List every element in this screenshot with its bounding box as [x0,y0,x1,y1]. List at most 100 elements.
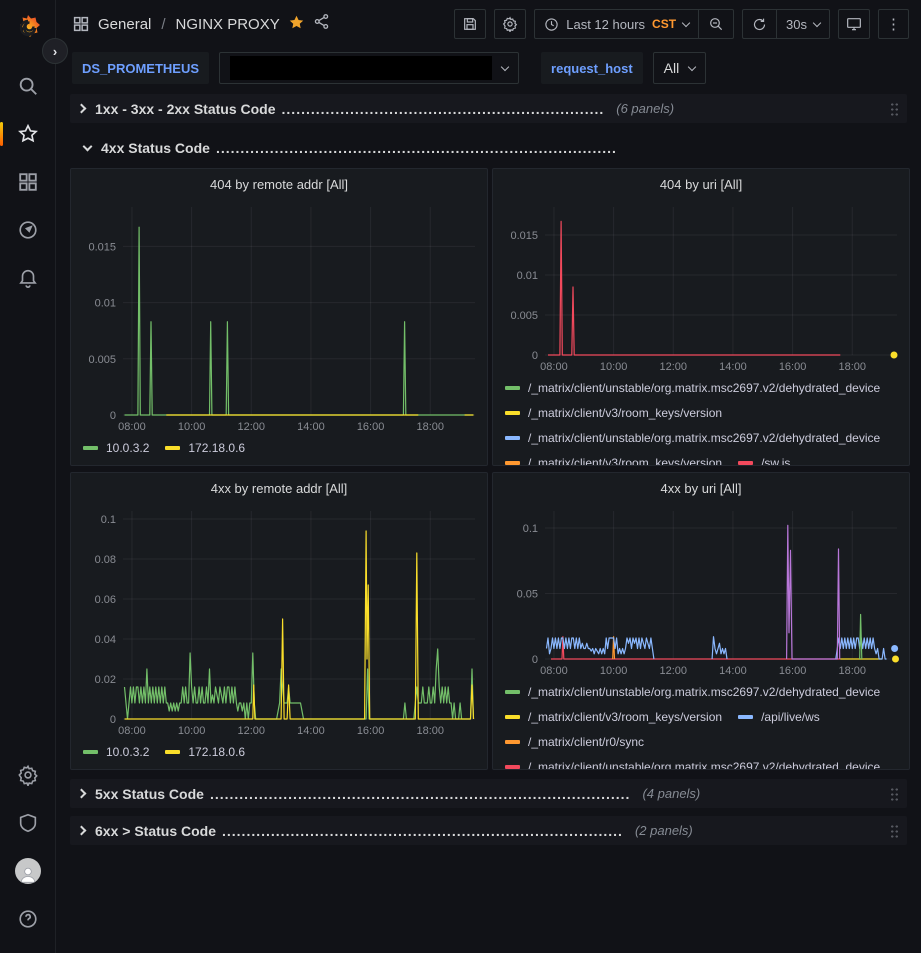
legend-swatch-icon [505,411,520,415]
request-host-variable-label[interactable]: request_host [541,52,643,84]
timeseries-chart[interactable]: 08:0010:0012:0014:0016:0018:0000.020.040… [79,503,481,739]
timeseries-chart[interactable]: 08:0010:0012:0014:0016:0018:0000.0050.01… [501,199,903,375]
dashboard-title[interactable]: NGINX PROXY [176,16,280,33]
x-axis-label: 14:00 [719,665,747,677]
legend-item[interactable]: /sw.js [738,450,790,466]
series-line [125,227,474,415]
datasource-variable-label[interactable]: DS_PROMETHEUS [72,52,209,84]
legend-item[interactable]: 10.0.3.2 [83,435,149,460]
save-floppy-icon [462,16,478,32]
favorite-star-icon[interactable] [288,14,305,35]
alerting-bell-icon[interactable] [8,254,48,302]
sidebar-expand-button[interactable]: › [42,38,68,64]
series-line [551,637,840,659]
legend-item[interactable]: /_matrix/client/unstable/org.matrix.msc2… [505,425,880,450]
legend-item[interactable]: /_matrix/client/unstable/org.matrix.msc2… [505,754,880,770]
legend-item[interactable]: /_matrix/client/r0/sync [505,729,644,754]
panel-title[interactable]: 4xx by uri [All] [501,477,901,501]
sidebar-bottom-group [8,751,48,943]
search-icon[interactable] [8,62,48,110]
row-1xx-3xx-2xx-status-code[interactable]: 1xx - 3xx - 2xx Status Code ............… [70,94,907,123]
x-axis-label: 14:00 [297,725,325,737]
save-dashboard-button[interactable] [454,9,486,39]
explore-compass-icon[interactable] [8,206,48,254]
main-area: General / NGINX PROXY [56,0,921,953]
x-axis-label: 18:00 [416,725,444,737]
legend-item[interactable]: /api/live/ws [738,704,820,729]
dashboard-settings-button[interactable] [494,9,526,39]
timezone-badge: CST [652,17,676,31]
row-drag-handle-icon[interactable] [890,824,899,838]
server-admin-shield-icon[interactable] [8,799,48,847]
tv-mode-button[interactable] [838,9,870,39]
legend-item[interactable]: /_matrix/client/v3/room_keys/version [505,400,722,425]
request-host-variable-dropdown[interactable]: All [653,52,707,84]
panel-legend: 10.0.3.2 172.18.0.6 [79,435,479,460]
panel-title[interactable]: 4xx by remote addr [All] [79,477,479,501]
legend-item[interactable]: 172.18.0.6 [165,435,245,460]
row-panel-count: (2 panels) [635,823,693,838]
legend-label: 10.0.3.2 [106,441,149,455]
time-range-picker[interactable]: Last 12 hours CST [535,10,698,38]
row-drag-handle-icon[interactable] [890,102,899,116]
legend-item[interactable]: /_matrix/client/v3/room_keys/version [505,450,722,466]
row-panel-count: (4 panels) [642,786,700,801]
refresh-button[interactable] [743,10,776,38]
row-4xx-status-code[interactable]: 4xx Status Code ........................… [70,133,907,162]
zoom-out-icon [708,16,724,32]
panel-404-by-remote-addr: 404 by remote addr [All] 08:0010:0012:00… [70,168,488,466]
chevron-right-icon [77,104,87,114]
refresh-group: 30s [742,9,830,39]
panel-legend: /_matrix/client/unstable/org.matrix.msc2… [501,679,901,770]
x-axis-label: 18:00 [838,361,866,373]
row-5xx-status-code[interactable]: 5xx Status Code ........................… [70,779,907,808]
legend-item[interactable]: /_matrix/client/v3/room_keys/version [505,704,722,729]
series-line [125,649,474,719]
y-axis-label: 0.06 [95,594,116,606]
legend-item[interactable]: 172.18.0.6 [165,739,245,764]
timeseries-chart[interactable]: 08:0010:0012:0014:0016:0018:0000.0050.01… [79,199,481,435]
y-axis-label: 0.1 [523,523,538,535]
clock-icon [544,17,559,32]
legend-item[interactable]: 10.0.3.2 [83,739,149,764]
legend-label: /_matrix/client/unstable/org.matrix.msc2… [528,760,880,771]
series-line [548,221,840,355]
chevron-down-icon [688,62,696,70]
y-axis-label: 0 [110,714,116,726]
legend-swatch-icon [505,690,520,694]
row-title: 6xx > Status Code [95,823,216,839]
zoom-out-button[interactable] [698,10,733,38]
time-range-label: Last 12 hours [566,17,645,32]
legend-label: /_matrix/client/unstable/org.matrix.msc2… [528,431,880,445]
datasource-variable-dropdown[interactable] [219,52,519,84]
panel-title[interactable]: 404 by remote addr [All] [79,173,479,197]
dashboards-icon[interactable] [8,158,48,206]
share-icon[interactable] [313,13,330,35]
panel-4xx-by-remote-addr: 4xx by remote addr [All] 08:0010:0012:00… [70,472,488,770]
row-drag-handle-icon[interactable] [890,787,899,801]
panel-title[interactable]: 404 by uri [All] [501,173,901,197]
legend-item[interactable]: /_matrix/client/unstable/org.matrix.msc2… [505,375,880,400]
configuration-gear-icon[interactable] [8,751,48,799]
y-axis-label: 0.05 [517,589,538,601]
starred-dashboards-icon[interactable] [8,110,48,158]
legend-label: /sw.js [761,456,790,467]
more-options-button[interactable]: ⋮ [878,9,909,39]
grafana-app: › General / NGINX PROXY [0,0,921,953]
grafana-logo-icon[interactable] [8,8,48,48]
collapsed-rows: 5xx Status Code ........................… [70,779,907,845]
legend-item[interactable]: /_matrix/client/unstable/org.matrix.msc2… [505,679,880,704]
panel-legend: /_matrix/client/unstable/org.matrix.msc2… [501,375,901,466]
x-axis-label: 12:00 [660,665,688,677]
x-axis-label: 16:00 [357,421,385,433]
breadcrumb-section[interactable]: General [98,16,151,33]
help-icon[interactable] [8,895,48,943]
timeseries-chart[interactable]: 08:0010:0012:0014:0016:0018:0000.050.1 [501,503,903,679]
refresh-interval-dropdown[interactable]: 30s [776,10,829,38]
user-avatar[interactable] [8,847,48,895]
sidebar: › [0,0,56,953]
x-axis-label: 08:00 [118,725,146,737]
chevron-down-icon [83,141,93,151]
monitor-icon [846,16,862,32]
row-6xx-status-code[interactable]: 6xx > Status Code ......................… [70,816,907,845]
